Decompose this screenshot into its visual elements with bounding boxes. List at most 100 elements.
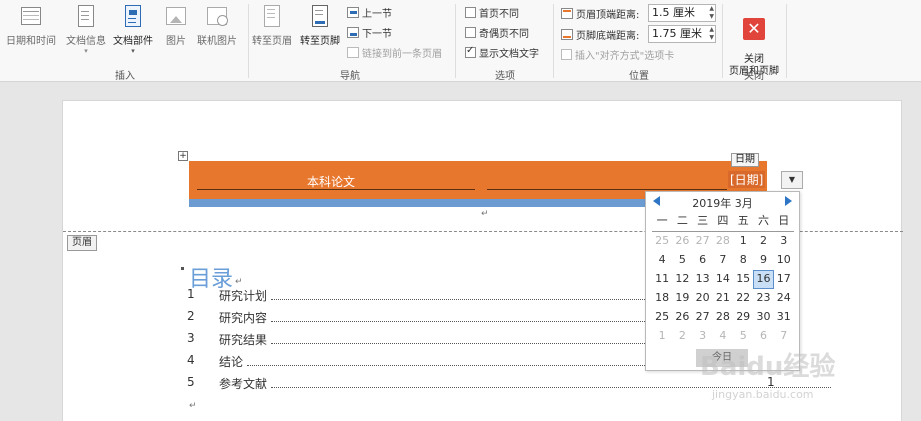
calendar-day[interactable]: 6: [693, 251, 713, 270]
date-content-control-tag[interactable]: 日期: [731, 153, 759, 167]
separator: [722, 4, 723, 78]
calendar-day[interactable]: 29: [733, 308, 753, 327]
calendar-day[interactable]: 14: [713, 270, 733, 289]
paragraph-mark-icon: ↵: [235, 277, 243, 287]
date-time-button[interactable]: 日期和时间: [6, 4, 56, 47]
calendar-month-label: 2019年 3月: [692, 197, 753, 210]
insert-alignment-tab-button[interactable]: 插入"对齐方式"选项卡: [561, 47, 674, 62]
calendar-day[interactable]: 21: [713, 289, 733, 308]
calendar-day[interactable]: 5: [672, 251, 692, 270]
header-title[interactable]: 本科论文: [307, 173, 355, 190]
chevron-down-icon: ▼: [788, 175, 796, 184]
goto-footer-icon: [308, 4, 332, 30]
previous-section-icon: [347, 7, 359, 18]
calendar-day[interactable]: 1: [733, 232, 753, 251]
spinner-arrows-icon[interactable]: ▲ ▼: [709, 5, 714, 21]
calendar-day[interactable]: 4: [652, 251, 672, 270]
different-first-page-checkbox[interactable]: 首页不同: [465, 5, 519, 20]
picture-button[interactable]: 图片: [164, 4, 188, 47]
calendar-day[interactable]: 25: [652, 232, 672, 251]
calendar-day[interactable]: 19: [672, 289, 692, 308]
header-top-distance-input[interactable]: 1.5 厘米 ▲ ▼: [648, 4, 716, 22]
calendar-day[interactable]: 6: [753, 327, 773, 346]
calendar-week-row: 18 19 20 21 22 23 24: [652, 289, 794, 308]
calendar-day[interactable]: 28: [713, 232, 733, 251]
calendar-day[interactable]: 1: [652, 327, 672, 346]
calendar-day[interactable]: 12: [672, 270, 692, 289]
show-document-text-checkbox[interactable]: 显示文档文字: [465, 45, 539, 60]
calendar-day[interactable]: 27: [693, 308, 713, 327]
calendar-day[interactable]: 30: [753, 308, 773, 327]
weekday-label: 日: [778, 214, 790, 227]
toc-entry-number: 5: [187, 375, 195, 389]
link-to-previous-button[interactable]: 链接到前一条页眉: [347, 45, 442, 60]
picture-icon: [164, 4, 188, 30]
footer-position-icon: [561, 29, 573, 40]
toc-entry-number: 2: [187, 309, 195, 323]
spinner-arrows-icon[interactable]: ▲ ▼: [709, 26, 714, 42]
calendar-day[interactable]: 13: [693, 270, 713, 289]
calendar-week-row: 11 12 13 14 15 16 17: [652, 270, 794, 289]
toc-entry[interactable]: 5 参考文献: [187, 375, 831, 395]
calendar-day[interactable]: 25: [652, 308, 672, 327]
table-move-handle-icon[interactable]: +: [178, 151, 188, 161]
goto-header-button[interactable]: 转至页眉: [252, 4, 292, 47]
doc-info-button[interactable]: 文档信息 ▾: [66, 4, 106, 55]
calendar-day[interactable]: 28: [713, 308, 733, 327]
calendar-day[interactable]: 4: [713, 327, 733, 346]
next-month-icon[interactable]: [785, 196, 792, 206]
toc-entry-number: 4: [187, 353, 195, 367]
calendar-day[interactable]: 20: [693, 289, 713, 308]
quick-parts-icon: [121, 4, 145, 30]
date-tag-label: 日期: [735, 154, 755, 165]
calendar-day[interactable]: 22: [733, 289, 753, 308]
weekday-label: 五: [737, 214, 749, 227]
calendar-day[interactable]: 10: [774, 251, 794, 270]
calendar-day[interactable]: 24: [774, 289, 794, 308]
quick-parts-button[interactable]: 文档部件 ▾: [113, 4, 153, 55]
link-to-previous-label: 链接到前一条页眉: [362, 49, 442, 60]
online-picture-button[interactable]: 联机图片: [197, 4, 237, 47]
goto-footer-button[interactable]: 转至页脚: [300, 4, 340, 47]
calendar-day[interactable]: 3: [774, 232, 794, 251]
date-dropdown-button[interactable]: ▼: [781, 171, 803, 189]
toc-entry-text: 结论: [219, 355, 244, 369]
calendar-day[interactable]: 26: [672, 308, 692, 327]
calendar-day[interactable]: 23: [753, 289, 773, 308]
calendar-day[interactable]: 2: [672, 327, 692, 346]
alignment-tab-icon: [561, 49, 572, 60]
next-section-button[interactable]: 下一节: [347, 25, 392, 40]
date-picker-popup[interactable]: 2019年 3月 一 二 三 四 五 六 日 25 26 27 28 1 2 3 4 5 6 7 8 9…: [645, 191, 800, 371]
online-picture-label: 联机图片: [197, 36, 237, 47]
calendar-day[interactable]: 7: [774, 327, 794, 346]
calendar-day[interactable]: 11: [652, 270, 672, 289]
footer-bottom-distance-input[interactable]: 1.75 厘米 ▲ ▼: [648, 25, 716, 43]
insert-group-label: 插入: [115, 71, 135, 82]
insert-alignment-tab-label: 插入"对齐方式"选项卡: [575, 51, 675, 62]
calendar-day[interactable]: 26: [672, 232, 692, 251]
different-odd-even-label: 奇偶页不同: [479, 29, 529, 40]
different-odd-even-checkbox[interactable]: 奇偶页不同: [465, 25, 529, 40]
calendar-day[interactable]: 5: [733, 327, 753, 346]
calendar-day[interactable]: 17: [774, 270, 794, 289]
doc-info-icon: [74, 4, 98, 30]
calendar-day[interactable]: 18: [652, 289, 672, 308]
calendar-day[interactable]: 31: [774, 308, 794, 327]
weekday-label: 三: [697, 214, 709, 227]
calendar-day[interactable]: 27: [693, 232, 713, 251]
weekday-label: 一: [656, 214, 668, 227]
calendar-day[interactable]: 7: [713, 251, 733, 270]
previous-section-button[interactable]: 上一节: [347, 5, 392, 20]
navigation-group-label: 导航: [340, 71, 360, 82]
calendar-day[interactable]: 3: [693, 327, 713, 346]
calendar-day[interactable]: 16: [753, 270, 774, 289]
goto-footer-label: 转至页脚: [300, 36, 340, 47]
watermark-url: jingyan.baidu.com: [712, 388, 814, 401]
date-placeholder[interactable]: [日期]: [728, 171, 766, 188]
weekday-label: 六: [757, 214, 769, 227]
weekday-label: 二: [676, 214, 688, 227]
calendar-day[interactable]: 8: [733, 251, 753, 270]
calendar-day[interactable]: 9: [753, 251, 773, 270]
calendar-day[interactable]: 15: [733, 270, 753, 289]
calendar-day[interactable]: 2: [753, 232, 773, 251]
